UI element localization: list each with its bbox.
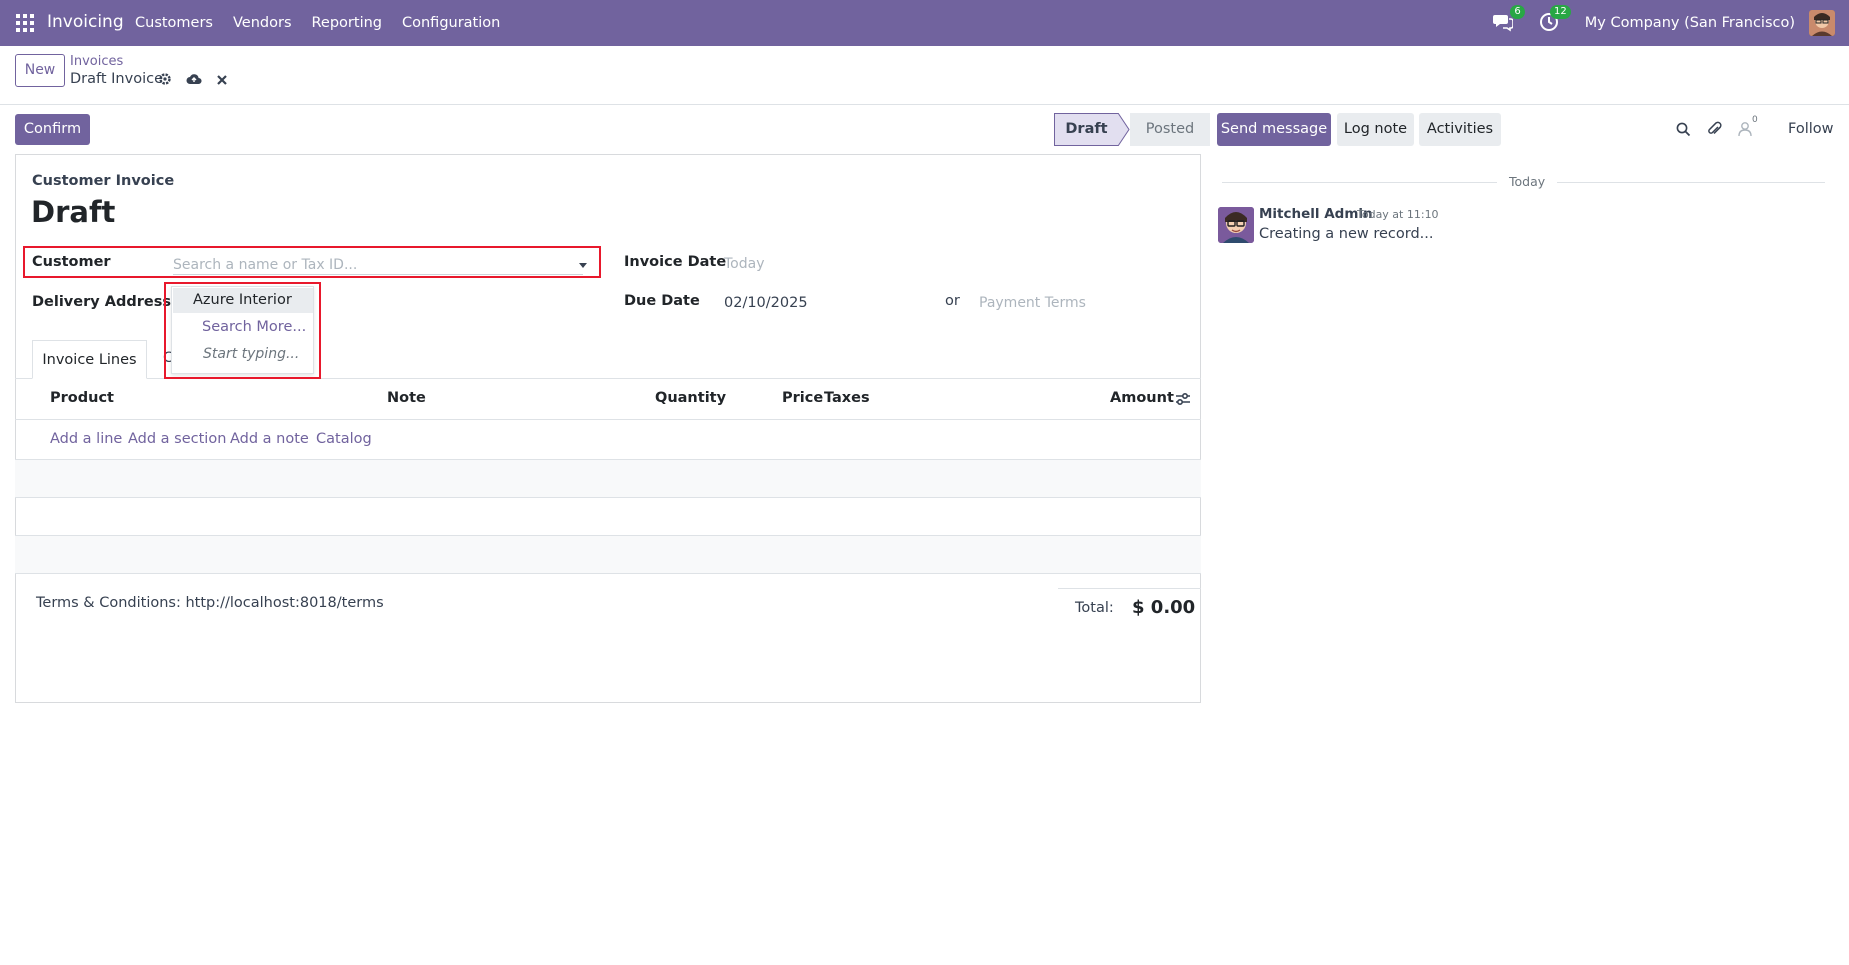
total-amount: $ 0.00 (1132, 597, 1196, 618)
column-amount[interactable]: Amount (1110, 390, 1174, 406)
activities-badge: 12 (1550, 5, 1571, 19)
invoice-type-label: Customer Invoice (32, 173, 175, 189)
due-date-label: Due Date (624, 293, 700, 309)
add-line-link[interactable]: Add a line (50, 431, 122, 447)
discard-icon[interactable] (216, 72, 228, 90)
followers-count: 0 (1752, 115, 1758, 125)
author-avatar[interactable] (1218, 207, 1254, 243)
user-avatar[interactable] (1809, 10, 1835, 36)
delivery-address-text: Delivery Address (32, 293, 171, 310)
menu-configuration[interactable]: Configuration (402, 15, 500, 31)
activities-button[interactable]: Activities (1419, 113, 1501, 146)
column-taxes[interactable]: Taxes (824, 390, 870, 406)
search-icon[interactable] (1676, 122, 1691, 141)
column-price[interactable]: Price (782, 390, 823, 406)
column-note[interactable]: Note (387, 390, 426, 406)
messages-icon[interactable]: 6 (1492, 5, 1525, 34)
customer-label: Customer (32, 254, 111, 270)
breadcrumb-invoices[interactable]: Invoices (70, 54, 123, 69)
status-arrow-icon (1118, 113, 1130, 146)
apps-grid-icon[interactable] (16, 14, 34, 32)
activities-clock-icon[interactable]: 12 (1539, 5, 1571, 34)
follow-button[interactable]: Follow (1788, 121, 1833, 137)
followers-icon[interactable]: 0 (1738, 115, 1758, 141)
message-timestamp: Today at 11:10 (1357, 208, 1439, 221)
total-divider (1058, 588, 1201, 589)
main-menu: Customers Vendors Reporting Configuratio… (135, 15, 520, 31)
paperclip-icon[interactable] (1707, 121, 1722, 141)
top-navbar: Invoicing Customers Vendors Reporting Co… (0, 0, 1849, 46)
terms-conditions: Terms & Conditions: http://localhost:801… (36, 595, 384, 611)
confirm-button[interactable]: Confirm (15, 114, 90, 145)
gear-icon[interactable] (158, 72, 172, 90)
invoice-date-input[interactable]: Today (724, 256, 765, 272)
dropdown-highlight-box (164, 282, 321, 379)
chevron-down-icon[interactable] (579, 263, 587, 268)
status-draft[interactable]: Draft (1054, 113, 1118, 146)
add-note-link[interactable]: Add a note (230, 431, 309, 447)
new-button[interactable]: New (15, 54, 65, 87)
table-row (15, 536, 1201, 573)
send-message-button[interactable]: Send message (1217, 113, 1331, 146)
table-row (15, 460, 1201, 497)
optional-columns-icon[interactable] (1175, 392, 1191, 410)
tab-invoice-lines[interactable]: Invoice Lines (32, 340, 147, 379)
total-label: Total: (1075, 600, 1114, 616)
save-cloud-icon[interactable] (186, 72, 202, 90)
message-body: Creating a new record... (1259, 226, 1434, 242)
delivery-address-label: Delivery Address ? (32, 293, 181, 310)
table-row-divider (15, 497, 1201, 498)
menu-reporting[interactable]: Reporting (312, 15, 383, 31)
column-quantity[interactable]: Quantity (655, 390, 726, 406)
column-product[interactable]: Product (50, 390, 114, 406)
due-date-input[interactable]: 02/10/2025 (724, 295, 808, 311)
menu-customers[interactable]: Customers (135, 15, 213, 31)
menu-vendors[interactable]: Vendors (233, 15, 292, 31)
payment-terms-input[interactable]: Payment Terms (979, 295, 1086, 311)
app-name[interactable]: Invoicing (47, 12, 124, 32)
status-bar: Draft Posted (1054, 113, 1210, 146)
log-note-button[interactable]: Log note (1337, 113, 1414, 146)
page-title: Draft (31, 195, 116, 229)
invoice-date-label: Invoice Date (624, 254, 727, 270)
or-label: or (945, 293, 960, 309)
message-author[interactable]: Mitchell Admin (1259, 206, 1373, 222)
table-header-divider (15, 419, 1201, 420)
control-panel: New Invoices Draft Invoice (0, 46, 1849, 105)
date-separator-label: Today (1497, 174, 1558, 189)
messages-badge: 6 (1510, 5, 1525, 19)
customer-input[interactable] (173, 255, 583, 275)
company-switcher[interactable]: My Company (San Francisco) (1585, 15, 1795, 31)
form-sheet (15, 154, 1201, 703)
breadcrumb-current: Draft Invoice (70, 71, 163, 87)
add-section-link[interactable]: Add a section (128, 431, 226, 447)
catalog-link[interactable]: Catalog (316, 431, 372, 447)
table-row-divider (15, 573, 1201, 574)
status-posted[interactable]: Posted (1130, 113, 1210, 146)
